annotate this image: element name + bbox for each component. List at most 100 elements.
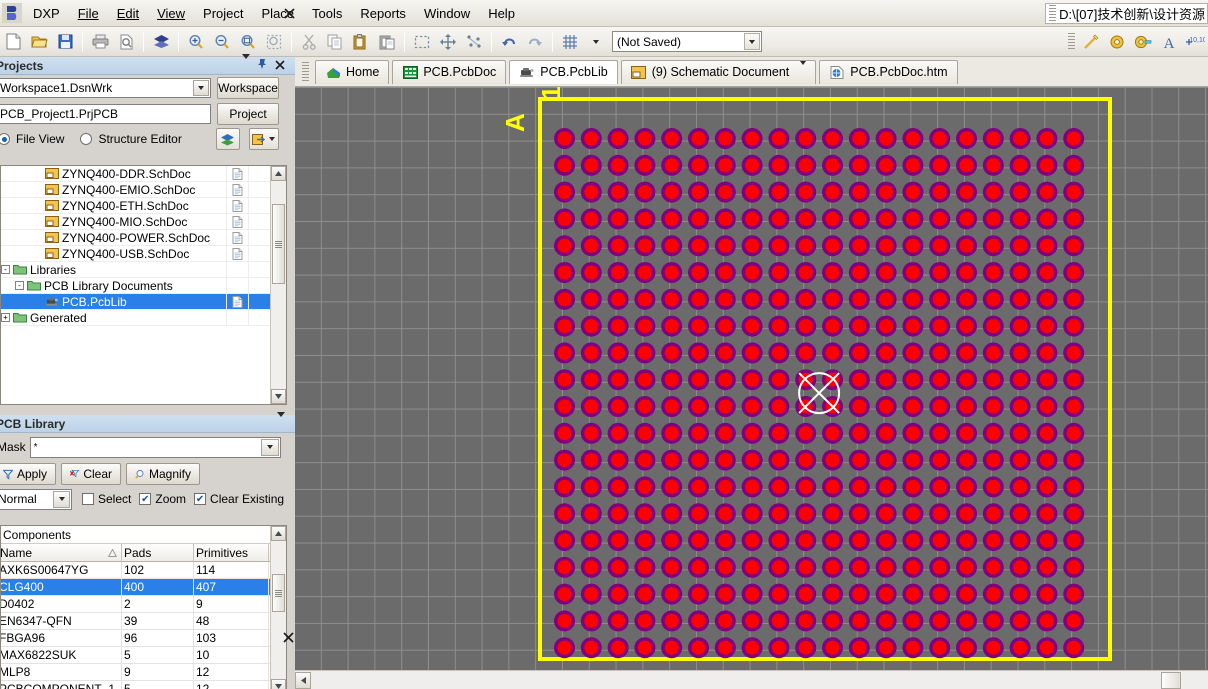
path-toolbar[interactable]: D:\[07]技术创新\设计资源 [1045,2,1208,24]
table-row[interactable]: EN6347-QFN 39 48 [1,613,286,630]
menu-item-tools[interactable]: Tools [303,2,351,25]
project-button[interactable]: Project [217,103,279,125]
toolbar-grip-icon[interactable] [1049,4,1057,22]
print-preview-icon[interactable] [114,30,138,54]
chevron-down-icon[interactable] [53,490,70,508]
tab-pcb-pcbdoc[interactable]: PCB.PcbDoc [392,59,507,84]
new-document-icon[interactable] [1,30,25,54]
align-icon[interactable] [462,30,486,54]
tree-item-zynq400-usb-schdoc[interactable]: ZYNQ400-USB.SchDoc [1,245,270,262]
zoom-checkbox[interactable]: ✔ [139,493,152,505]
panel-close-icon-top[interactable] [284,8,295,22]
project-field[interactable]: PCB_Project1.PrjPCB [0,104,211,124]
menu-item-file[interactable]: File [69,2,108,25]
place-toolbar-grip-icon[interactable] [1068,33,1075,50]
tree-item-zynq400-ddr-schdoc[interactable]: ZYNQ400-DDR.SchDoc [1,166,270,182]
components-vertical-scrollbar[interactable] [270,526,286,689]
table-row[interactable]: MAX6822SUK 5 10 [1,647,286,664]
column-header-primitives[interactable]: Primitives [194,544,269,561]
magnify-button[interactable]: Magnify [126,463,200,485]
open-document-icon[interactable] [27,30,51,54]
zoom-area-icon[interactable] [262,30,286,54]
menu-item-dxp[interactable]: DXP [24,2,69,25]
projects-options-button[interactable] [215,128,240,150]
scroll-left-button[interactable] [295,671,311,689]
chevron-down-icon[interactable] [277,411,285,431]
board-layers-icon[interactable] [149,30,173,54]
close-icon[interactable] [275,59,285,73]
tab-pcb-pcblib[interactable]: PCB.PcbLib [509,59,618,84]
undo-icon[interactable] [497,30,521,54]
tab-home[interactable]: Home [315,59,390,84]
tree-item-pcb-library-documents[interactable]: - PCB Library Documents [1,277,270,294]
apply-button[interactable]: Apply [0,463,56,485]
scroll-thumb[interactable] [1161,671,1181,689]
structure-editor-radio[interactable] [80,133,93,145]
tabbar-grip-icon[interactable] [302,61,309,82]
tree-item-zynq400-emio-schdoc[interactable]: ZYNQ400-EMIO.SchDoc [1,181,270,198]
menu-item-project[interactable]: Project [194,2,252,25]
tree-expander-expand-icon[interactable]: + [1,313,10,322]
tree-item-pcb-pcblib[interactable]: PCB.PcbLib [1,293,270,310]
copy-icon[interactable] [323,30,347,54]
table-row[interactable]: D0402 2 9 [1,596,286,613]
scroll-down-button[interactable] [271,679,286,689]
components-grid[interactable]: Components Name Pads Primitives AXK6S006… [0,525,287,689]
tree-expander-collapse-icon[interactable]: - [15,281,24,290]
dxp-logo-icon[interactable] [2,3,22,23]
menu-item-edit[interactable]: Edit [108,2,148,25]
print-icon[interactable] [88,30,112,54]
tree-item-zynq400-mio-schdoc[interactable]: ZYNQ400-MIO.SchDoc [1,213,270,230]
workspace-select[interactable]: Workspace1.DsnWrk [0,78,211,98]
projects-navigate-button[interactable] [248,128,279,150]
tab-schematic-document[interactable]: (9) Schematic Document [620,59,817,84]
column-header-name[interactable]: Name [1,544,122,561]
table-row[interactable]: FBGA96 96 103 [1,630,286,647]
place-coordinate-icon[interactable]: 10,10 [1183,30,1207,54]
paste-icon[interactable] [349,30,373,54]
move-icon[interactable] [436,30,460,54]
project-tree[interactable]: ZYNQ400-DDR.SchDoc ZYNQ400-EMIO.SchDoc ZYN… [0,165,287,405]
zoom-in-icon[interactable] [184,30,208,54]
tree-item-zynq400-eth-schdoc[interactable]: ZYNQ400-ETH.SchDoc [1,197,270,214]
footprint-pad-array[interactable]: A1 [295,87,1208,670]
tree-item-zynq400-power-schdoc[interactable]: ZYNQ400-POWER.SchDoc [1,229,270,246]
tree-item-libraries[interactable]: - Libraries [1,261,270,278]
panel-close-icon-bottom[interactable] [283,632,294,646]
menu-item-view[interactable]: View [148,2,194,25]
column-header-pads[interactable]: Pads [122,544,194,561]
table-row[interactable]: PCBCOMPONENT_1 5 12 [1,681,286,689]
menu-item-window[interactable]: Window [415,2,479,25]
file-view-radio[interactable] [0,133,10,145]
chevron-down-icon[interactable] [242,53,250,73]
save-document-icon[interactable] [53,30,77,54]
tree-expander-collapse-icon[interactable]: - [1,265,10,274]
chevron-down-icon[interactable] [260,438,279,456]
pcb-library-canvas[interactable]: A1 [295,87,1208,689]
mask-input[interactable]: * [29,436,281,458]
workspace-button[interactable]: Workspace [217,77,279,99]
cut-icon[interactable] [297,30,321,54]
chevron-down-icon[interactable] [800,61,807,79]
grid-icon[interactable] [558,30,582,54]
chevron-down-icon[interactable] [193,80,209,96]
tab-pcb-pcbdoc-htm[interactable]: PCB.PcbDoc.htm [819,59,958,84]
tree-scroll-thumb[interactable] [272,204,285,284]
table-row[interactable]: CLG400 400 407 [1,579,286,596]
place-line-icon[interactable] [1079,30,1103,54]
pin-icon[interactable] [257,58,268,73]
place-pad-icon[interactable] [1105,30,1129,54]
redo-icon[interactable] [523,30,547,54]
select-area-icon[interactable] [410,30,434,54]
chevron-down-icon[interactable] [744,33,760,50]
scroll-down-button[interactable] [271,389,286,404]
mask-mode-select[interactable]: Normal [0,488,72,510]
grid-preset-combo[interactable]: (Not Saved) [612,31,762,52]
place-string-icon[interactable]: A [1157,30,1181,54]
paste-special-icon[interactable] [375,30,399,54]
canvas-horizontal-scrollbar[interactable] [295,670,1208,689]
select-checkbox[interactable] [82,493,94,505]
table-row[interactable]: AXK6S00647YG 102 114 [1,562,286,579]
clear-existing-checkbox[interactable]: ✔ [194,493,207,505]
menu-item-help[interactable]: Help [479,2,524,25]
